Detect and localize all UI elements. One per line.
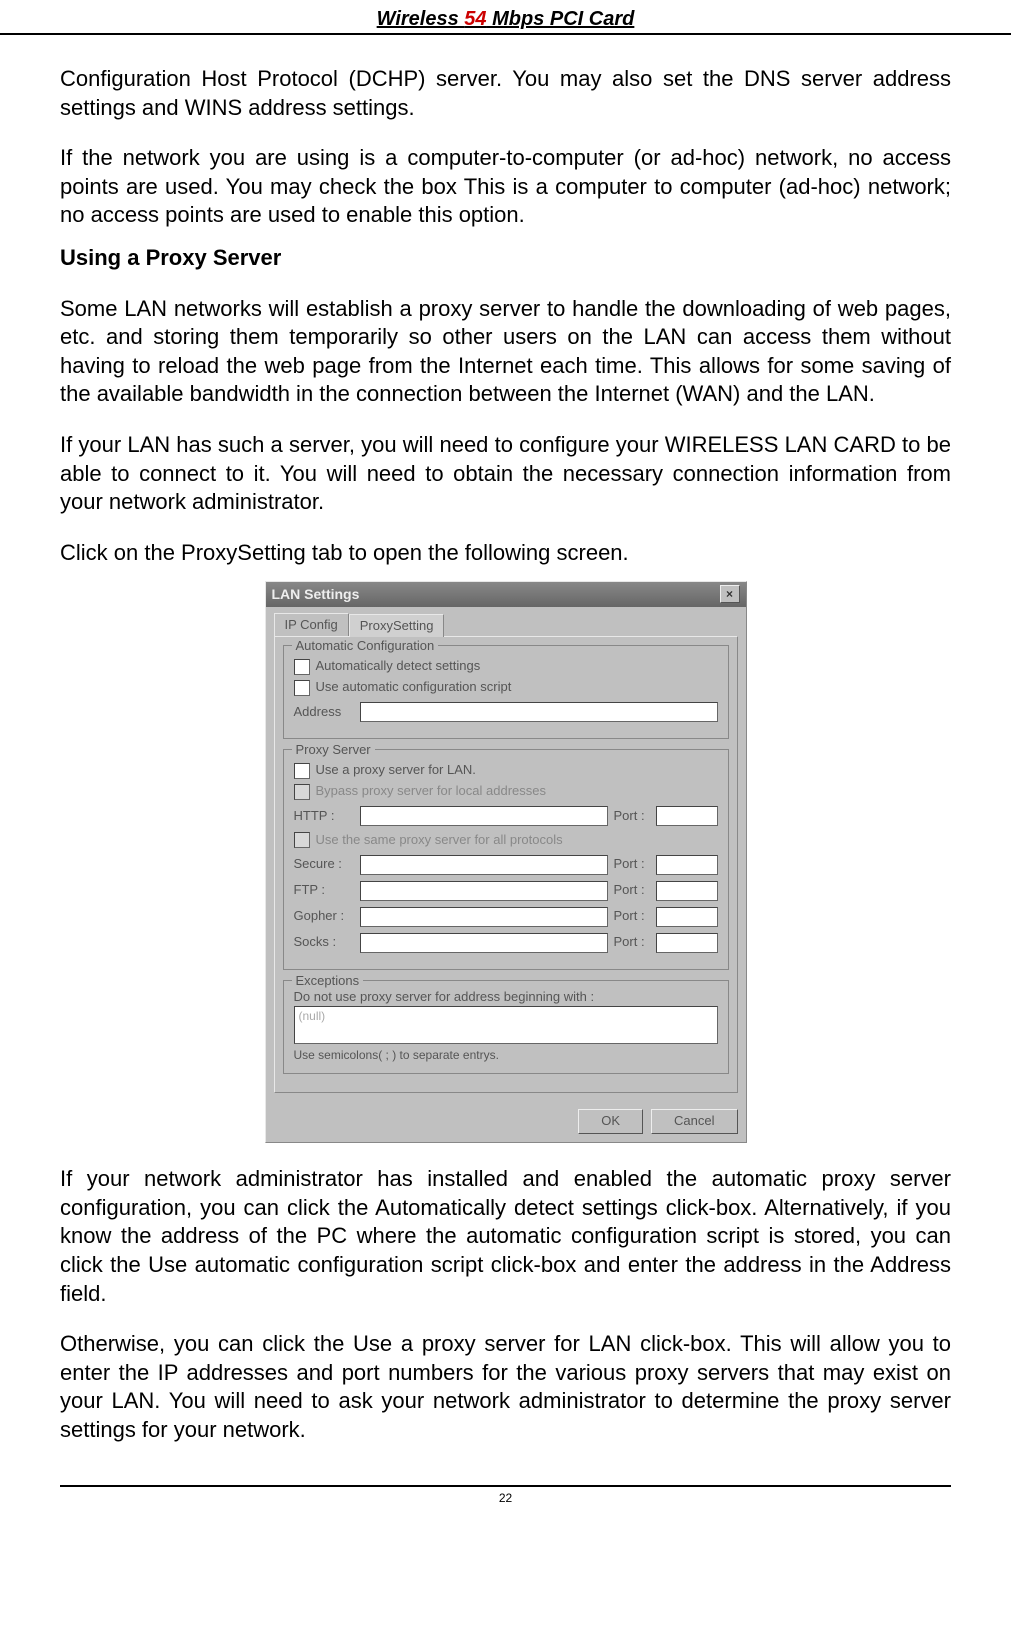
label-auto-detect: Automatically detect settings (316, 658, 481, 675)
header-prefix: Wireless (377, 8, 465, 30)
input-address[interactable] (360, 702, 718, 722)
input-ftp[interactable] (360, 881, 608, 901)
close-icon[interactable]: × (720, 585, 740, 603)
label-gopher-port: Port : (614, 908, 650, 925)
label-ftp-port: Port : (614, 882, 650, 899)
input-ftp-port[interactable] (656, 881, 718, 901)
input-gopher-port[interactable] (656, 907, 718, 927)
dialog-titlebar: LAN Settings × (266, 582, 746, 606)
label-http: HTTP : (294, 808, 354, 825)
input-http[interactable] (360, 806, 608, 826)
tabs: IP Config ProxySetting (266, 607, 746, 637)
hint-exceptions: Use semicolons( ; ) to separate entrys. (294, 1048, 718, 1064)
label-use-proxy: Use a proxy server for LAN. (316, 762, 476, 779)
label-auto-script: Use automatic configuration script (316, 679, 512, 696)
group-label-proxy: Proxy Server (292, 742, 375, 759)
group-label-auto: Automatic Configuration (292, 638, 439, 655)
label-ftp: FTP : (294, 882, 354, 899)
header-red: 54 (464, 8, 486, 30)
checkbox-same-proxy[interactable] (294, 832, 310, 848)
checkbox-use-proxy[interactable] (294, 763, 310, 779)
page-footer: 22 (60, 1485, 951, 1509)
para-3: Some LAN networks will establish a proxy… (60, 295, 951, 409)
input-socks[interactable] (360, 933, 608, 953)
dialog-title: LAN Settings (272, 585, 360, 603)
tab-proxy-setting[interactable]: ProxySetting (349, 614, 445, 638)
tab-body: Automatic Configuration Automatically de… (274, 636, 738, 1093)
input-secure-port[interactable] (656, 855, 718, 875)
label-address: Address (294, 704, 354, 721)
checkbox-auto-script[interactable] (294, 680, 310, 696)
dialog-wrap: LAN Settings × IP Config ProxySetting Au… (60, 581, 951, 1143)
group-label-exceptions: Exceptions (292, 973, 364, 990)
label-http-port: Port : (614, 808, 650, 825)
cancel-button[interactable]: Cancel (651, 1109, 737, 1134)
para-5: Click on the ProxySetting tab to open th… (60, 539, 951, 568)
label-bypass-local: Bypass proxy server for local addresses (316, 783, 546, 800)
label-secure-port: Port : (614, 856, 650, 873)
para-1: Configuration Host Protocol (DCHP) serve… (60, 65, 951, 122)
para-6: If your network administrator has instal… (60, 1165, 951, 1308)
label-socks-port: Port : (614, 934, 650, 951)
para-7: Otherwise, you can click the Use a proxy… (60, 1330, 951, 1444)
group-auto-config: Automatic Configuration Automatically de… (283, 645, 729, 739)
content: Configuration Host Protocol (DCHP) serve… (0, 65, 1011, 1445)
checkbox-bypass-local[interactable] (294, 784, 310, 800)
tab-ip-config[interactable]: IP Config (274, 613, 349, 637)
heading-proxy: Using a Proxy Server (60, 244, 951, 273)
label-exceptions: Do not use proxy server for address begi… (294, 989, 718, 1006)
page-number: 22 (499, 1491, 512, 1505)
input-exceptions[interactable]: (null) (294, 1006, 718, 1044)
label-gopher: Gopher : (294, 908, 354, 925)
input-socks-port[interactable] (656, 933, 718, 953)
group-exceptions: Exceptions Do not use proxy server for a… (283, 980, 729, 1074)
group-proxy-server: Proxy Server Use a proxy server for LAN.… (283, 749, 729, 970)
lan-settings-dialog: LAN Settings × IP Config ProxySetting Au… (265, 581, 747, 1143)
dialog-buttons: OK Cancel (266, 1101, 746, 1142)
para-2: If the network you are using is a comput… (60, 144, 951, 230)
input-gopher[interactable] (360, 907, 608, 927)
header-suffix: Mbps PCI Card (487, 8, 635, 30)
page-header: Wireless 54 Mbps PCI Card (0, 0, 1011, 35)
para-4: If your LAN has such a server, you will … (60, 431, 951, 517)
checkbox-auto-detect[interactable] (294, 659, 310, 675)
input-http-port[interactable] (656, 806, 718, 826)
label-same-proxy: Use the same proxy server for all protoc… (316, 832, 563, 849)
input-secure[interactable] (360, 855, 608, 875)
ok-button[interactable]: OK (578, 1109, 643, 1134)
label-secure: Secure : (294, 856, 354, 873)
header-title: Wireless 54 Mbps PCI Card (377, 8, 635, 30)
label-socks: Socks : (294, 934, 354, 951)
